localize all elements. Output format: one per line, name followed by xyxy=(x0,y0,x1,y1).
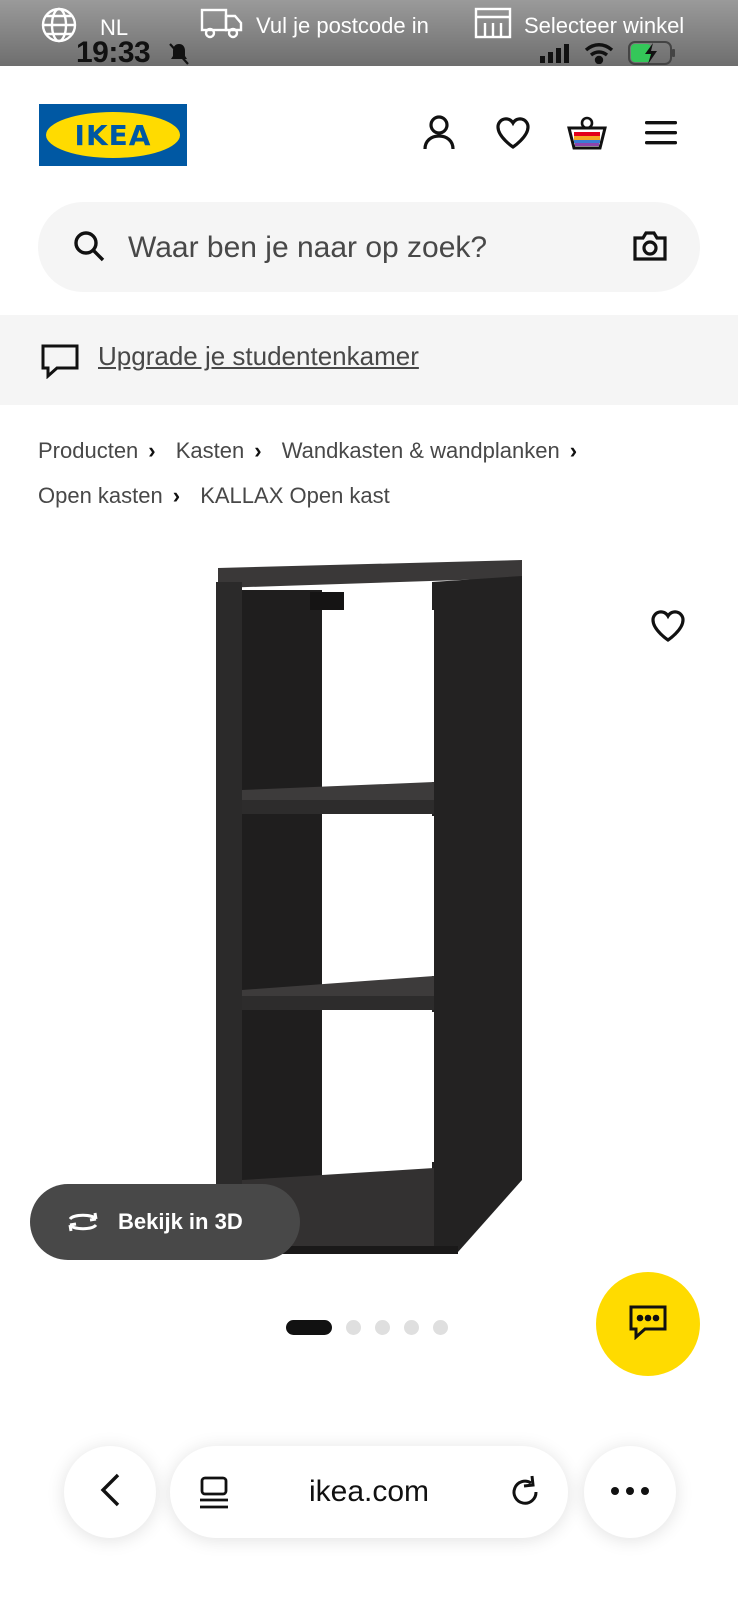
site-header: IKEA xyxy=(0,66,738,200)
clock: 19:33 xyxy=(76,36,151,69)
breadcrumb: Producten › Kasten › Wandkasten & wandplan… xyxy=(38,428,698,518)
account-icon[interactable] xyxy=(418,112,460,154)
globe-icon xyxy=(40,6,78,50)
breadcrumb-item[interactable]: Open kasten xyxy=(38,473,163,518)
store-icon xyxy=(474,6,512,46)
breadcrumb-separator-icon: › xyxy=(254,438,262,463)
carousel-dot[interactable] xyxy=(375,1320,390,1335)
wifi-icon xyxy=(584,42,614,69)
back-button[interactable] xyxy=(64,1446,156,1538)
browser-toolbar: ikea.com xyxy=(0,1430,738,1600)
cart-icon[interactable] xyxy=(566,112,608,154)
breadcrumb-item[interactable]: Producten xyxy=(38,428,138,473)
breadcrumb-item[interactable]: Kasten xyxy=(176,428,245,473)
postcode-selector[interactable]: Vul je postcode in xyxy=(200,6,429,46)
truck-icon xyxy=(200,6,244,46)
logo-text: IKEA xyxy=(46,112,180,158)
carousel-dot[interactable] xyxy=(346,1320,361,1335)
view-3d-label: Bekijk in 3D xyxy=(118,1209,243,1234)
top-bar: NL Vul je postcode in Selecteer winkel 1… xyxy=(0,0,738,69)
more-options-button[interactable] xyxy=(584,1446,676,1538)
postcode-label: Vul je postcode in xyxy=(256,13,429,38)
image-carousel-indicator xyxy=(286,1320,448,1335)
breadcrumb-separator-icon: › xyxy=(172,483,181,508)
carousel-dot[interactable] xyxy=(433,1320,448,1335)
promo-banner: Upgrade je studentenkamer xyxy=(0,315,738,405)
search-input[interactable] xyxy=(126,220,610,276)
address-bar[interactable]: ikea.com xyxy=(170,1446,568,1538)
search-icon xyxy=(72,229,106,268)
chat-button[interactable] xyxy=(596,1272,700,1376)
ikea-logo[interactable]: IKEA xyxy=(39,104,187,166)
breadcrumb-current: KALLAX Open kast xyxy=(200,483,390,508)
chevron-left-icon xyxy=(99,1472,121,1513)
chat-icon xyxy=(628,1304,668,1345)
store-label: Selecteer winkel xyxy=(524,13,685,38)
ellipsis-icon xyxy=(610,1483,650,1501)
product-wishlist-icon[interactable] xyxy=(650,610,686,647)
menu-icon[interactable] xyxy=(640,112,682,154)
promo-link[interactable]: Upgrade je studentenkamer xyxy=(98,341,419,372)
tabs-icon[interactable] xyxy=(198,1476,230,1515)
signal-icon xyxy=(540,43,570,68)
product-gallery[interactable]: Bekijk in 3D xyxy=(0,520,738,1320)
wishlist-icon[interactable] xyxy=(492,112,534,154)
view-3d-button[interactable]: Bekijk in 3D xyxy=(30,1184,300,1260)
breadcrumb-separator-icon: › xyxy=(148,438,156,463)
carousel-dot[interactable] xyxy=(404,1320,419,1335)
reload-icon[interactable] xyxy=(508,1474,542,1515)
header-actions xyxy=(418,112,682,154)
search-bar[interactable] xyxy=(38,202,700,292)
chat-bubble-icon xyxy=(40,343,80,384)
breadcrumb-item[interactable]: Wandkasten & wandplanken xyxy=(282,428,560,473)
camera-search-icon[interactable] xyxy=(632,229,668,268)
breadcrumb-separator-icon: › xyxy=(569,438,578,463)
rotate-3d-icon xyxy=(64,1209,102,1235)
carousel-dot[interactable] xyxy=(286,1320,332,1335)
url-text: ikea.com xyxy=(308,1475,430,1508)
